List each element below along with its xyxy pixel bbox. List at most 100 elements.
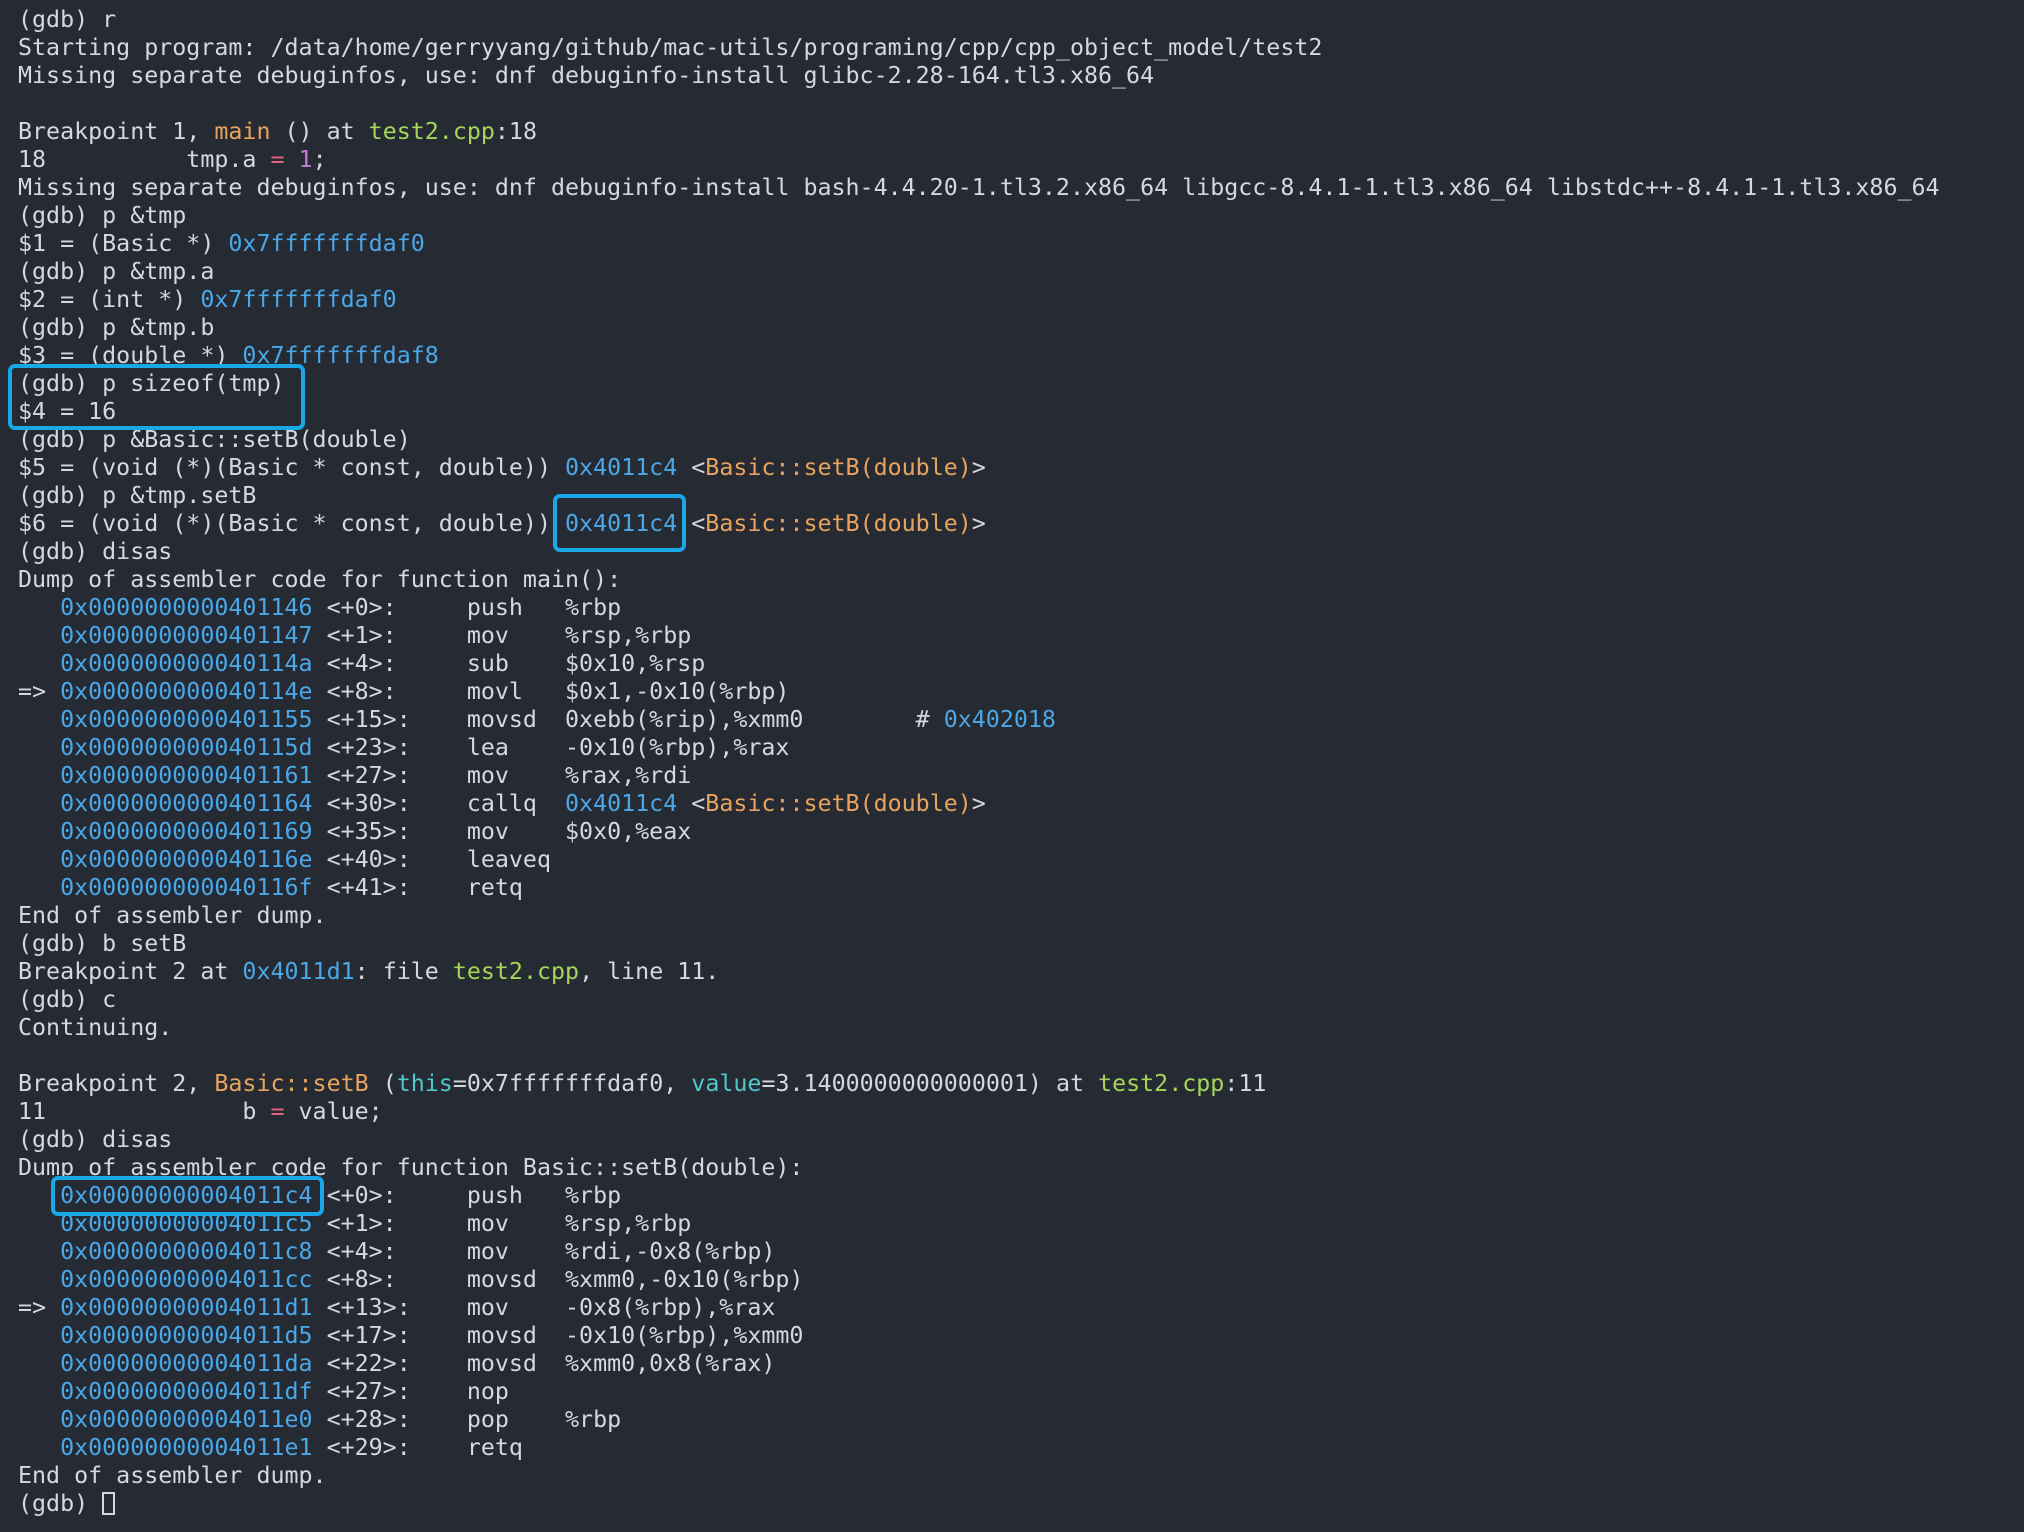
address-token: 0x00000000004011c5: [60, 1210, 313, 1237]
address-token: 0x00000000004011da: [60, 1350, 313, 1377]
terminal-line: (gdb) p &tmp: [18, 202, 2024, 230]
terminal-line: Dump of assembler code for function Basi…: [18, 1154, 2024, 1182]
file-name-token: test2.cpp: [1098, 1070, 1225, 1097]
text-token: value;: [284, 1098, 383, 1125]
terminal-line: 0x000000000040116f <+41>: retq: [18, 874, 2024, 902]
text-token: >: [971, 510, 986, 537]
function-name-token: main: [214, 118, 271, 145]
terminal-line: 18 tmp.a = 1;: [18, 146, 2024, 174]
text-token: Continuing.: [18, 1014, 173, 1041]
text-token: : file: [354, 958, 453, 985]
terminal-window[interactable]: (gdb) r Starting program: /data/home/gerr…: [0, 0, 2024, 1532]
text-token: End of assembler dump.: [18, 902, 327, 929]
text-token: (gdb) disas: [18, 1126, 173, 1153]
terminal-line: (gdb) p &Basic::setB(double): [18, 426, 2024, 454]
terminal-line: (gdb) b setB: [18, 930, 2024, 958]
terminal-line: (gdb): [18, 1490, 2024, 1518]
terminal-line: => 0x000000000040114e <+8>: movl $0x1,-0…: [18, 678, 2024, 706]
address-token: 0x4011c4: [565, 454, 678, 481]
terminal-line: (gdb) p &tmp.setB: [18, 482, 2024, 510]
terminal-line: 0x00000000004011e1 <+29>: retq: [18, 1434, 2024, 1462]
terminal-line: 0x0000000000401161 <+27>: mov %rax,%rdi: [18, 762, 2024, 790]
text-token: <+13>: mov -0x8(%rbp),%rax: [312, 1294, 776, 1321]
text-token: Dump of assembler code for function main…: [18, 566, 622, 593]
cursor-block[interactable]: [102, 1492, 116, 1515]
text-token: <+30>: callq: [312, 790, 566, 817]
address-token: 0x00000000004011c4: [60, 1182, 313, 1209]
text-token: <+4>: mov %rdi,-0x8(%rbp): [312, 1238, 776, 1265]
text-token: <+23>: lea -0x10(%rbp),%rax: [312, 734, 790, 761]
text-token: <: [677, 790, 706, 817]
text-token: ;: [312, 146, 327, 173]
text-token: <+35>: mov $0x0,%eax: [312, 818, 692, 845]
terminal-line: 0x0000000000401169 <+35>: mov $0x0,%eax: [18, 818, 2024, 846]
terminal-line: Missing separate debuginfos, use: dnf de…: [18, 174, 2024, 202]
terminal-line: (gdb) r: [18, 6, 2024, 34]
address-token: 0x000000000040114e: [60, 678, 313, 705]
text-token: Dump of assembler code for function Basi…: [18, 1154, 804, 1181]
text-token: <: [677, 510, 706, 537]
text-token: <+0>: push %rbp: [312, 594, 622, 621]
text-token: (gdb) b setB: [18, 930, 187, 957]
terminal-line: (gdb) p &tmp.b: [18, 314, 2024, 342]
address-token: 0x0000000000401169: [60, 818, 313, 845]
text-token: (gdb) p &tmp.b: [18, 314, 215, 341]
text-token: (gdb): [18, 1490, 103, 1517]
text-token: (gdb) p &tmp: [18, 202, 187, 229]
terminal-line: End of assembler dump.: [18, 902, 2024, 930]
function-name-token: Basic::setB(double): [705, 790, 972, 817]
address-token: 0x4011c4: [565, 510, 678, 537]
terminal-output: (gdb) r Starting program: /data/home/gerr…: [18, 6, 2024, 1518]
operator-token: =: [270, 1098, 285, 1125]
text-token: (: [368, 1070, 397, 1097]
terminal-line: (gdb) p sizeof(tmp): [18, 370, 2024, 398]
text-token: Starting program: /data/home/gerryyang/g…: [18, 34, 1323, 61]
text-token: (gdb) p sizeof(tmp): [18, 370, 285, 397]
text-token: Breakpoint 2,: [18, 1070, 215, 1097]
address-token: 0x000000000040115d: [60, 734, 313, 761]
text-token: (gdb) disas: [18, 538, 173, 565]
function-name-token: Basic::setB(double): [705, 454, 972, 481]
terminal-line: 0x000000000040116e <+40>: leaveq: [18, 846, 2024, 874]
text-token: >: [971, 454, 986, 481]
terminal-line: (gdb) disas: [18, 538, 2024, 566]
address-token: 0x4011c4: [565, 790, 678, 817]
text-token: =>: [18, 678, 61, 705]
terminal-line: $6 = (void (*)(Basic * const, double)) 0…: [18, 510, 2024, 538]
text-token: <+22>: movsd %xmm0,0x8(%rax): [312, 1350, 776, 1377]
text-token: <+27>: mov %rax,%rdi: [312, 762, 692, 789]
terminal-line: (gdb) c: [18, 986, 2024, 1014]
text-token: <+1>: mov %rsp,%rbp: [312, 622, 692, 649]
terminal-line: $5 = (void (*)(Basic * const, double)) 0…: [18, 454, 2024, 482]
text-token: (gdb) c: [18, 986, 117, 1013]
address-token: 0x000000000040114a: [60, 650, 313, 677]
terminal-line: (gdb) p &tmp.a: [18, 258, 2024, 286]
terminal-line: $1 = (Basic *) 0x7fffffffdaf0: [18, 230, 2024, 258]
text-token: <+29>: retq: [312, 1434, 523, 1461]
text-token: Missing separate debuginfos, use: dnf de…: [18, 62, 1155, 89]
address-token: 0x0000000000401164: [60, 790, 313, 817]
text-token: $6 = (void (*)(Basic * const, double)): [18, 510, 566, 537]
text-token: $1 = (Basic *): [18, 230, 229, 257]
text-token: Breakpoint 1,: [18, 118, 215, 145]
text-token: (gdb) p &tmp.setB: [18, 482, 257, 509]
text-token: <+0>: push %rbp: [312, 1182, 622, 1209]
address-token: 0x000000000040116e: [60, 846, 313, 873]
function-name-token: Basic::setB: [214, 1070, 369, 1097]
text-token: <+8>: movsd %xmm0,-0x10(%rbp): [312, 1266, 804, 1293]
text-token: <+28>: pop %rbp: [312, 1406, 622, 1433]
text-token: $5 = (void (*)(Basic * const, double)): [18, 454, 566, 481]
text-token: $4 = 16: [18, 398, 117, 425]
